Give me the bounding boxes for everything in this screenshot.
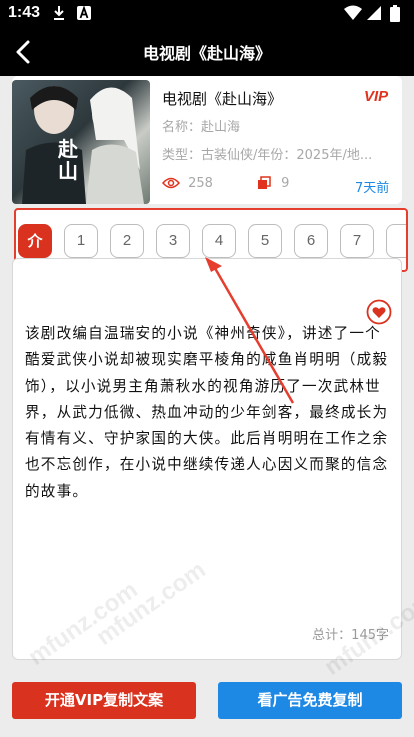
episode-8-button[interactable] [386,224,406,258]
status-bar: 1:43 [0,0,414,28]
signal-icon [367,6,381,20]
nav-bar: 电视剧《赴山海》 [0,28,414,76]
episode-4-button[interactable]: 4 [202,224,236,258]
eye-icon [161,177,181,189]
vip-badge: VIP [364,88,389,105]
word-count: 总计：145字 [312,628,389,643]
ad-copy-button[interactable]: 看广告免费复制 [218,682,402,719]
episode-7-button[interactable]: 7 [340,224,374,258]
episode-5-button[interactable]: 5 [248,224,282,258]
copy-icon [258,176,271,189]
battery-icon [390,5,400,22]
episode-3-button[interactable]: 3 [156,224,190,258]
view-count-value: 258 [188,176,213,191]
drama-poster[interactable]: 赴山 [12,80,150,204]
drama-alias: 名称：赴山海 [162,120,241,135]
description-panel: 该剧改编自温瑞安的小说《神州奇侠》，讲述了一个酷爱武侠小说却被现实磨平棱角的咸鱼… [12,258,402,660]
copy-count: 9 [257,176,289,191]
updated-time: 7天前 [355,181,390,196]
status-time: 1:43 [8,4,41,21]
drama-meta: 类型：古装仙侠/年份：2025年/地... [162,148,373,163]
description-text: 该剧改编自温瑞安的小说《神州奇侠》，讲述了一个酷爱武侠小说却被现实磨平棱角的咸鱼… [25,325,389,500]
download-icon [54,6,64,20]
drama-card[interactable]: 赴山 电视剧《赴山海》 VIP 名称：赴山海 类型：古装仙侠/年份：2025年/… [12,76,402,204]
episode-6-button[interactable]: 6 [294,224,328,258]
episode-2-button[interactable]: 2 [110,224,144,258]
page-title: 电视剧《赴山海》 [142,44,271,63]
wifi-icon [344,5,362,20]
episode-1-button[interactable]: 1 [64,224,98,258]
episode-intro-button[interactable]: 介 [18,224,52,258]
a-icon [77,5,91,20]
copy-count-value: 9 [281,176,290,191]
poster-title: 赴山 [58,137,78,183]
view-count: 258 [161,176,213,191]
vip-copy-button[interactable]: 开通VIP复制文案 [12,682,196,719]
drama-title: 电视剧《赴山海》 [162,90,283,108]
